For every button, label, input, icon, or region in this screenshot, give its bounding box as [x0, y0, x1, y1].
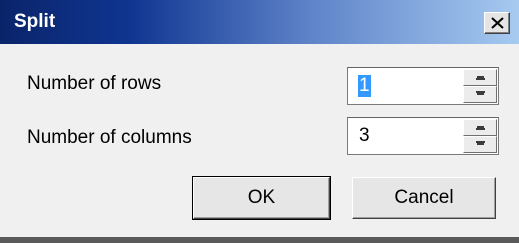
arrow-down-icon: [476, 91, 485, 95]
arrow-down-icon: [476, 141, 485, 145]
columns-input[interactable]: 3: [358, 125, 371, 147]
cancel-button[interactable]: Cancel: [352, 177, 496, 219]
arrow-up-icon: [476, 126, 485, 130]
arrow-up-icon: [476, 76, 485, 80]
ok-button[interactable]: OK: [192, 176, 331, 220]
close-icon: [491, 17, 504, 29]
columns-increment-button[interactable]: [463, 119, 497, 136]
title-bar[interactable]: Split: [0, 0, 519, 44]
rows-decrement-button[interactable]: [463, 86, 497, 103]
rows-spin-buttons: [463, 69, 497, 103]
columns-spinner[interactable]: 3: [347, 117, 499, 155]
split-dialog: Split Number of rows 1 Number of columns…: [0, 0, 519, 243]
close-button[interactable]: [484, 12, 510, 34]
columns-label: Number of columns: [27, 127, 192, 148]
rows-increment-button[interactable]: [463, 69, 497, 86]
window-title: Split: [14, 11, 56, 32]
columns-decrement-button[interactable]: [463, 136, 497, 153]
rows-label: Number of rows: [27, 73, 162, 94]
columns-spin-buttons: [463, 119, 497, 153]
rows-spinner[interactable]: 1: [347, 67, 499, 105]
rows-input[interactable]: 1: [358, 75, 371, 97]
window-bottom-border: [0, 237, 519, 243]
